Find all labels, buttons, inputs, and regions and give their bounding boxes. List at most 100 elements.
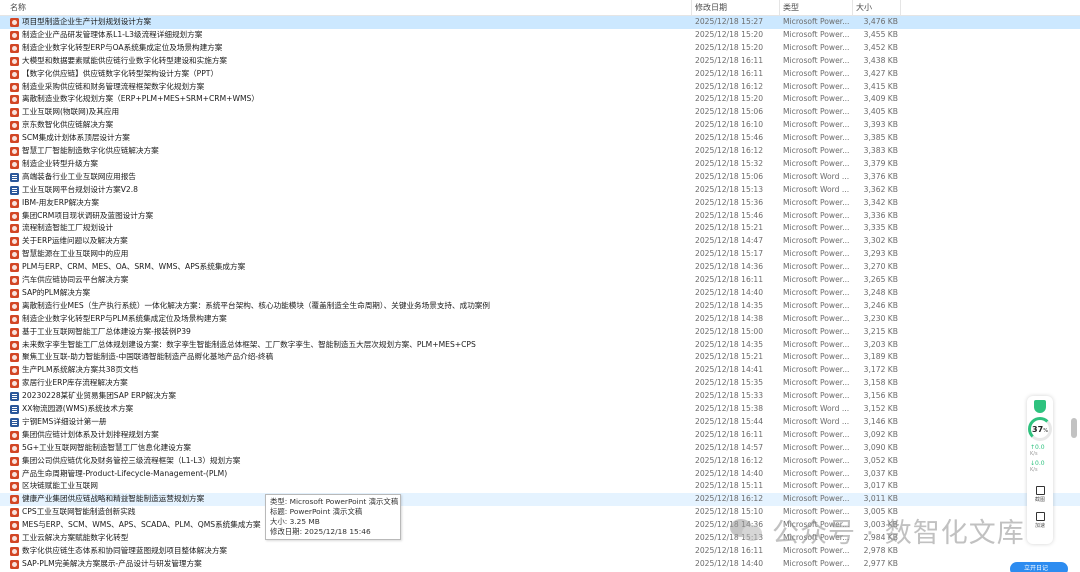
file-size: 3,415 KB — [863, 81, 898, 91]
file-row[interactable]: 20230228某矿业贸易集团SAP ERP解决方案 2025/12/18 15:… — [0, 390, 1080, 403]
powerpoint-file-icon — [10, 18, 19, 27]
file-name: 集团公司供应链优化及财务管控三级流程框架（L1-L3）规划方案 — [22, 455, 241, 465]
column-size[interactable]: 大小 — [856, 0, 872, 16]
file-size: 3,427 KB — [863, 68, 898, 78]
file-row[interactable]: 区块链赋能工业互联网 2025/12/18 15:11 Microsoft Powe… — [0, 480, 1080, 493]
file-type: Microsoft Power... — [783, 42, 850, 52]
file-size: 3,246 KB — [863, 300, 898, 310]
file-row[interactable]: 制造企业数字化转型ERP与OA系统集成定位及场景构建方案 2025/12/18 1… — [0, 42, 1080, 55]
file-row[interactable]: 制造企业产品研发管理体系L1-L3级流程详细规划方案 2025/12/18 15:… — [0, 29, 1080, 42]
vertical-scrollbar[interactable] — [1070, 16, 1078, 572]
file-row[interactable]: 大模型和数据要素赋能供应链行业数字化转型建设和实施方案 2025/12/18 16… — [0, 55, 1080, 68]
powerpoint-file-icon — [10, 353, 19, 363]
usage-ring[interactable]: 37% — [1028, 417, 1052, 441]
file-row[interactable]: 京东数智化供应链解决方案 2025/12/18 16:10 Microsoft Po… — [0, 119, 1080, 132]
file-row[interactable]: 未来数字孪生智能工厂总体规划建设方案：数字孪生智能制造总体框架、工厂数字孪生、智… — [0, 339, 1080, 352]
file-date: 2025/12/18 15:11 — [695, 481, 764, 491]
powerpoint-file-icon — [10, 43, 19, 53]
file-row[interactable]: 集团CRM项目现状调研及蓝图设计方案 2025/12/18 15:46 Micros… — [0, 210, 1080, 223]
file-row[interactable]: 工业互联网(物联网)及其应用 2025/12/18 15:06 Microsoft … — [0, 106, 1080, 119]
word-file-icon — [10, 185, 19, 195]
scrollbar-thumb[interactable] — [1071, 418, 1077, 438]
file-size: 2,977 KB — [863, 558, 898, 568]
file-size: 3,376 KB — [863, 171, 898, 181]
file-type: Microsoft Power... — [783, 442, 850, 452]
file-row[interactable]: 聚焦工业互联-助力智能制造-中国联通智能制造产品孵化基地产品介绍-终稿 2025/… — [0, 351, 1080, 364]
file-row[interactable]: 智慧能源在工业互联网中的应用 2025/12/18 15:17 Microsoft … — [0, 248, 1080, 261]
watermark-text: 公众号 · 数智化文库 — [772, 517, 1025, 549]
file-name: 制造企业数字化转型ERP与PLM系统集成定位及场景构建方案 — [22, 313, 227, 323]
file-row[interactable]: 智慧工厂智能制造数字化供应链解决方案 2025/12/18 16:12 Micros… — [0, 145, 1080, 158]
file-name: 数字化供应链生态体系和协同管理蓝图规划项目整体解决方案 — [22, 545, 228, 555]
file-size: 3,203 KB — [863, 339, 898, 349]
column-divider[interactable] — [779, 0, 780, 16]
file-type: Microsoft Power... — [783, 326, 850, 336]
file-type: Microsoft Power... — [783, 68, 850, 78]
bottom-floating-button[interactable]: 立开日记 — [1010, 562, 1068, 572]
file-row[interactable]: XX物流园源(WMS)系统技术方案 2025/12/18 15:38 Microso… — [0, 403, 1080, 416]
file-type: Microsoft Power... — [783, 558, 850, 568]
powerpoint-file-icon — [10, 198, 19, 208]
powerpoint-file-icon — [10, 56, 19, 66]
powerpoint-file-icon — [10, 559, 19, 569]
file-name: 【数字化供应链】供应链数字化转型架构设计方案（PPT） — [22, 68, 219, 78]
file-row[interactable]: 健康产业集团供应链战略和精益智能制造运营规划方案 2025/12/18 16:12… — [0, 493, 1080, 507]
file-type: Microsoft Power... — [783, 107, 850, 117]
file-row[interactable]: 【数字化供应链】供应链数字化转型架构设计方案（PPT） 2025/12/18 16… — [0, 68, 1080, 81]
file-size: 3,405 KB — [863, 107, 898, 117]
file-name: 智慧工厂智能制造数字化供应链解决方案 — [22, 146, 159, 155]
file-name: 制造企业转型升级方案 — [22, 158, 98, 168]
column-name[interactable]: 名称 — [10, 0, 26, 16]
file-row[interactable]: 高端装备行业工业互联网应用报告 2025/12/18 15:06 Microsoft… — [0, 171, 1080, 184]
file-date: 2025/12/18 15:06 — [695, 171, 764, 181]
column-divider[interactable] — [900, 0, 901, 16]
file-row[interactable]: 离散制造行业MES（生产执行系统）一体化解决方案：系统平台架构、核心功能模块（覆… — [0, 300, 1080, 313]
file-row[interactable]: PLM与ERP、CRM、MES、OA、SRM、WMS、APS系统集成方案 2025… — [0, 261, 1080, 274]
file-row[interactable]: SAP的PLM解决方案 2025/12/18 14:40 Microsoft Pow… — [0, 287, 1080, 300]
watermark: 公众号 · 数智化文库 — [730, 510, 1025, 550]
file-row[interactable]: 离散制造业数字化规划方案（ERP+PLM+MES+SRM+CRM+WMS） 202… — [0, 93, 1080, 106]
file-type: Microsoft Power... — [783, 210, 850, 220]
powerpoint-file-icon — [10, 301, 19, 311]
system-monitor-widget[interactable]: 37% ↑0.0 K/s ↓0.0 K/s 截图 加速 — [1027, 396, 1053, 544]
file-row[interactable]: 流程制造智能工厂规划设计 2025/12/18 15:21 Microsoft Po… — [0, 222, 1080, 235]
column-divider[interactable] — [691, 0, 692, 16]
upload-speed: ↑0.0 K/s — [1030, 444, 1045, 457]
file-row[interactable]: 基于工业互联网智能工厂总体建设方案-报装例P39 2025/12/18 15:00… — [0, 326, 1080, 339]
file-row[interactable]: 宁钢EMS详细设计第一册 2025/12/18 15:44 Microsoft Wo… — [0, 416, 1080, 429]
powerpoint-file-icon — [10, 456, 19, 466]
file-row[interactable]: 工业互联网平台规划设计方案V2.8 2025/12/18 15:13 Microso… — [0, 184, 1080, 197]
file-row[interactable]: SAP-PLM完美解决方案展示-产品设计与研发管理方案 2025/12/18 14… — [0, 558, 1080, 571]
column-type[interactable]: 类型 — [783, 0, 799, 16]
file-size: 3,011 KB — [863, 494, 898, 504]
accelerate-button[interactable]: 加速 — [1032, 512, 1048, 529]
file-row[interactable]: SCM集成计划体系顶层设计方案 2025/12/18 15:46 Microsoft… — [0, 132, 1080, 145]
file-name: 离散制造业数字化规划方案（ERP+PLM+MES+SRM+CRM+WMS） — [22, 94, 259, 104]
shield-icon[interactable] — [1034, 400, 1046, 413]
screenshot-button[interactable]: 截图 — [1032, 486, 1048, 503]
file-row[interactable]: IBM-用友ERP解决方案 2025/12/18 15:36 Microsoft P… — [0, 197, 1080, 210]
file-name: 工业互联网(物联网)及其应用 — [22, 107, 120, 117]
file-name: XX物流园源(WMS)系统技术方案 — [22, 404, 134, 413]
file-row[interactable]: 关于ERP运维问题以及解决方案 2025/12/18 14:47 Microsoft… — [0, 235, 1080, 248]
file-row[interactable]: 5G+工业互联网智能制造智慧工厂信息化建设方案 2025/12/18 14:57 M… — [0, 442, 1080, 455]
file-date: 2025/12/18 14:41 — [695, 365, 764, 375]
file-row[interactable]: 制造企业转型升级方案 2025/12/18 15:32 Microsoft Powe… — [0, 158, 1080, 171]
file-row[interactable]: 制造企业数字化转型ERP与PLM系统集成定位及场景构建方案 2025/12/18 … — [0, 313, 1080, 326]
file-row[interactable]: 项目型制造企业生产计划规划设计方案 2025/12/18 15:27 Microso… — [0, 16, 1080, 29]
tooltip-title: 标题: PowerPoint 演示文稿 — [270, 507, 363, 516]
file-row[interactable]: 集团供应链计划体系及计划排程规划方案 2025/12/18 16:11 Micros… — [0, 429, 1080, 442]
file-row[interactable]: 集团公司供应链优化及财务管控三级流程框架（L1-L3）规划方案 2025/12/1… — [0, 455, 1080, 468]
file-date: 2025/12/18 15:20 — [695, 42, 764, 52]
file-row[interactable]: 制造业采购供应链和财务管理流程框架数字化规划方案 2025/12/18 16:12… — [0, 81, 1080, 94]
file-size: 3,265 KB — [863, 275, 898, 284]
file-row[interactable]: 生产PLM系统解决方案共38页文档 2025/12/18 14:41 Microso… — [0, 364, 1080, 377]
file-name: PLM与ERP、CRM、MES、OA、SRM、WMS、APS系统集成方案 — [22, 262, 246, 272]
file-type: Microsoft Power... — [783, 81, 850, 91]
file-row[interactable]: 汽车供应链协同云平台解决方案 2025/12/18 16:11 Microsoft … — [0, 274, 1080, 287]
file-row[interactable]: 产品生命周期管理-Product-Lifecycle-Management-(P… — [0, 468, 1080, 481]
file-row[interactable]: 家居行业ERP库存流程解决方案 2025/12/18 15:35 Microsoft… — [0, 377, 1080, 390]
file-date: 2025/12/18 15:27 — [695, 17, 764, 26]
column-date[interactable]: 修改日期 — [695, 0, 727, 16]
column-divider[interactable] — [852, 0, 853, 16]
